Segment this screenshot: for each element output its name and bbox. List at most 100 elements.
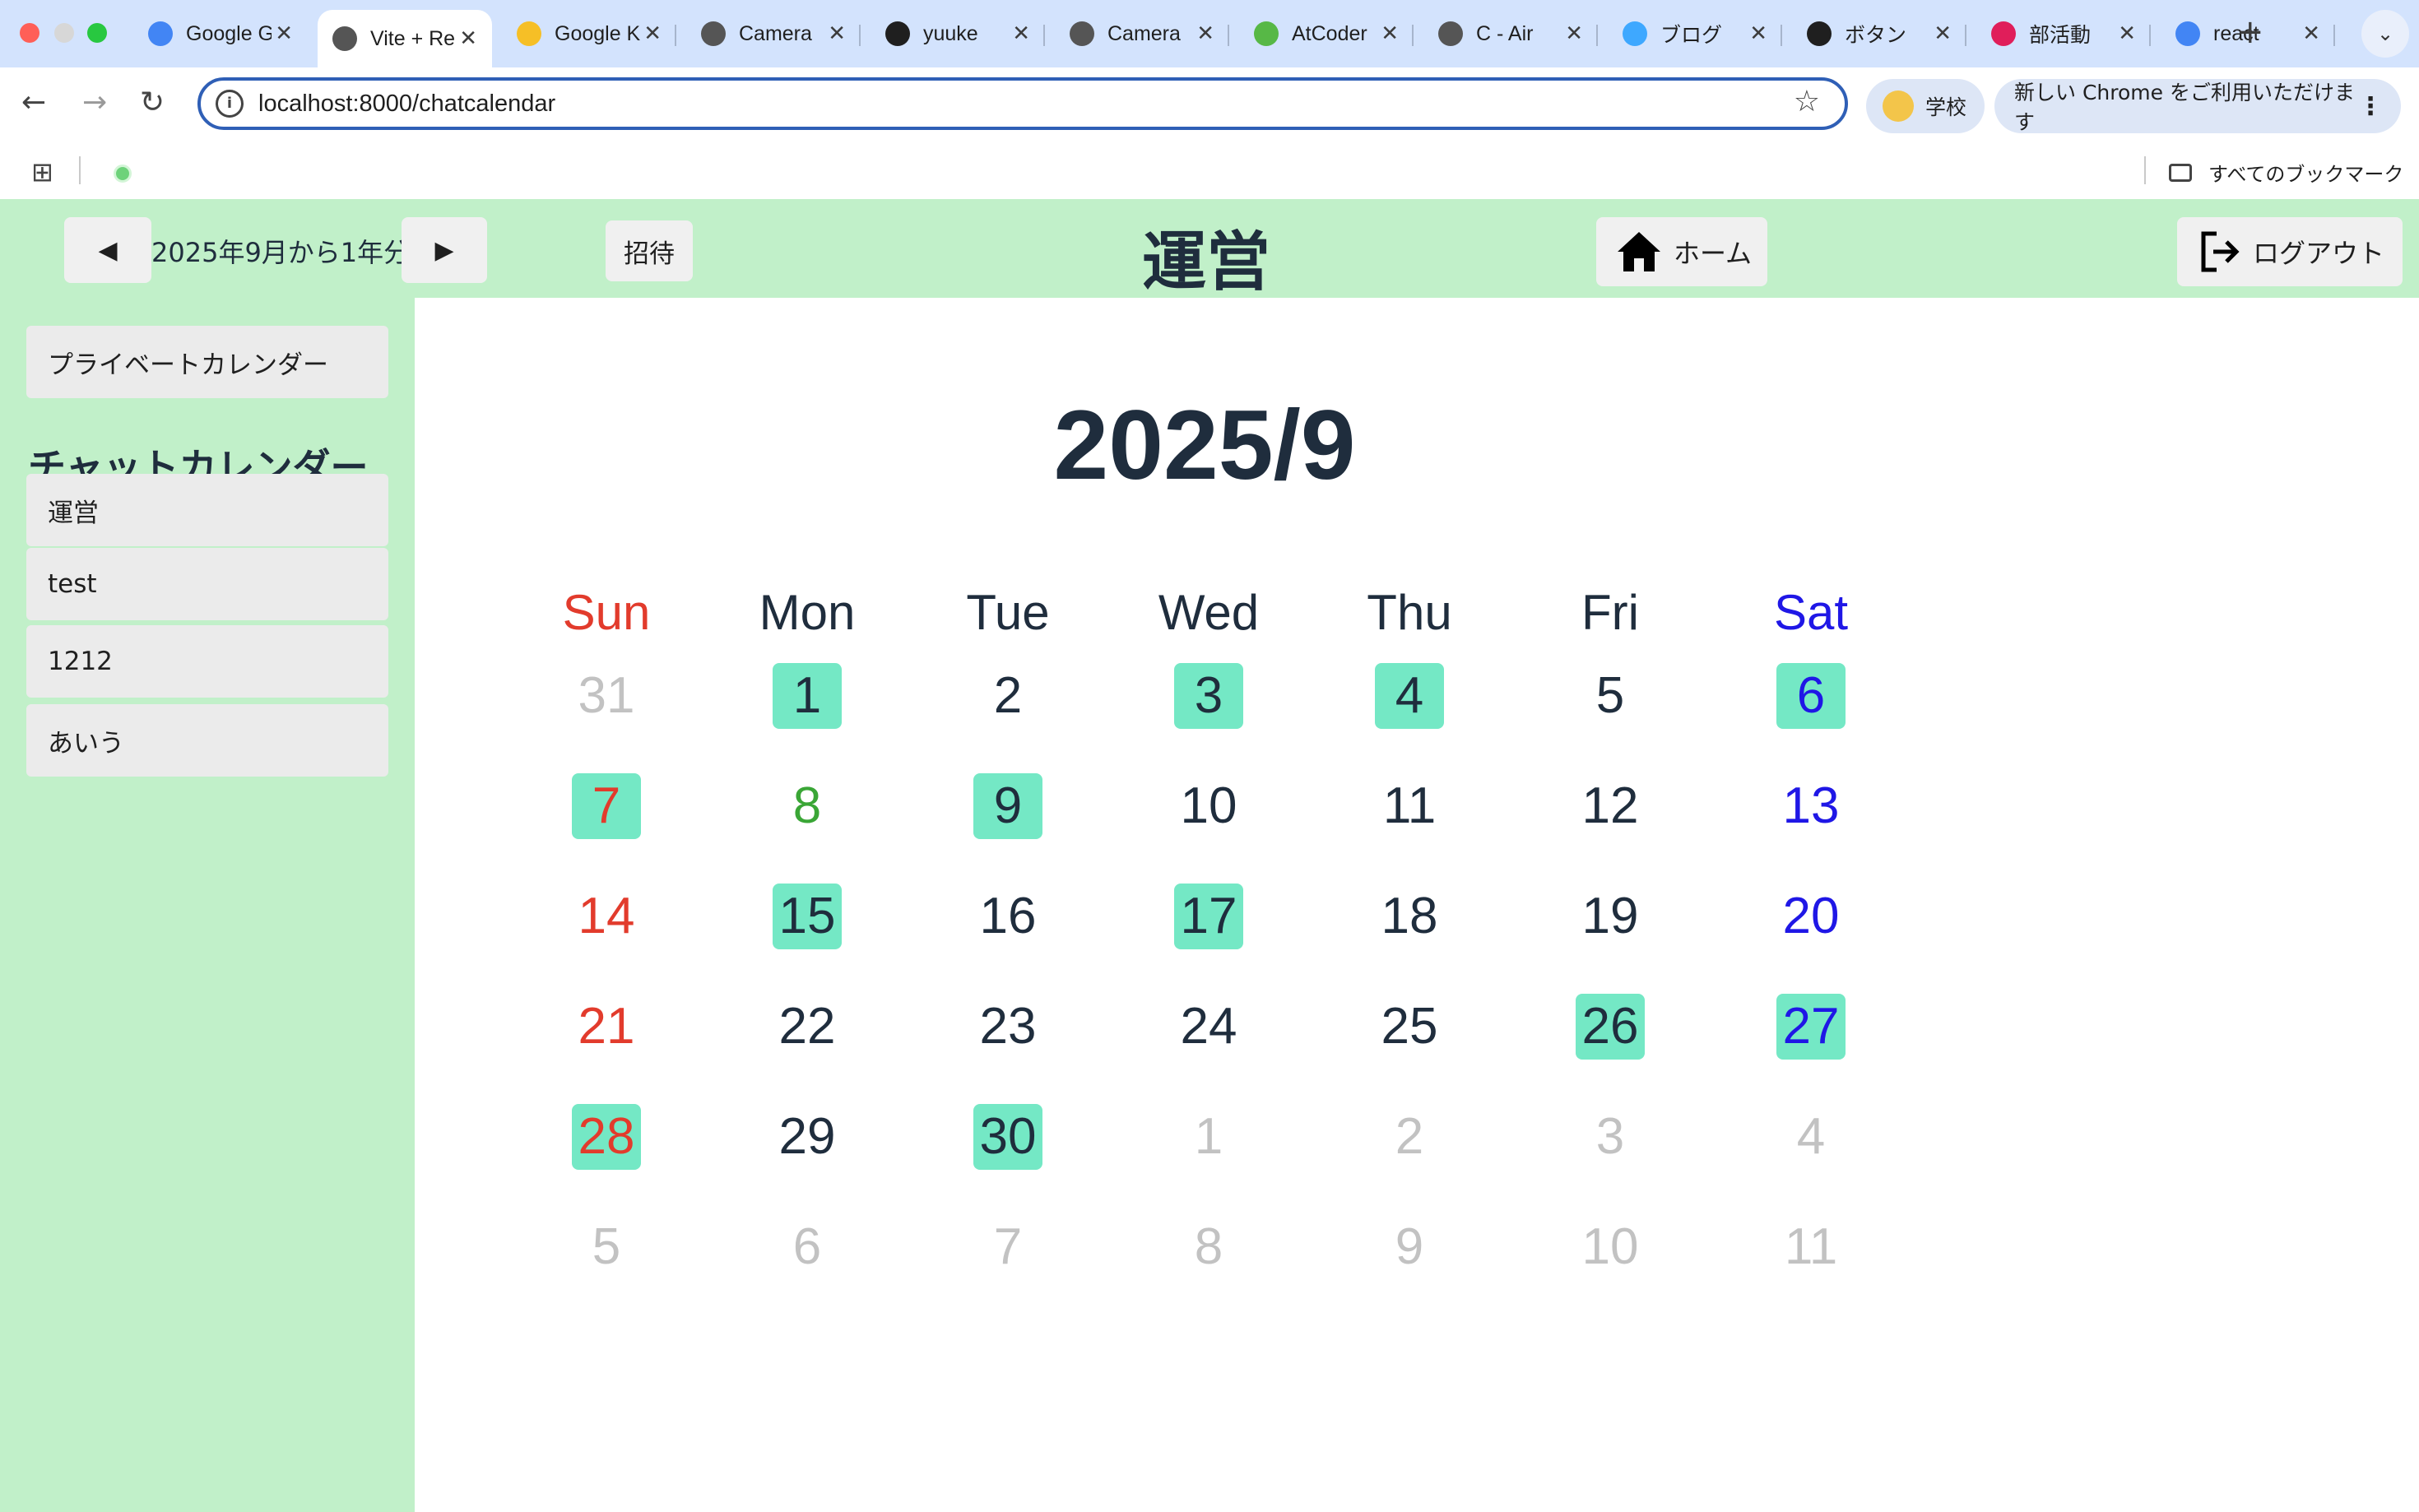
close-icon[interactable]: ✕ <box>2118 21 2136 46</box>
browser-tab[interactable]: C - Air ✕ <box>1423 8 1598 59</box>
calendar-panel: 2025/9 Sun Mon Tue Wed Thu Fri Sat 31 1 2 3 4 5 6 7 8 9 1… <box>415 298 2419 1512</box>
close-icon[interactable]: ✕ <box>1196 21 1214 46</box>
bookmark-favicon[interactable] <box>114 165 132 183</box>
calendar-day-with-event[interactable]: 28 <box>572 1104 641 1170</box>
chat-calendar-item[interactable]: test <box>26 548 388 620</box>
window-zoom-dot[interactable] <box>87 23 107 43</box>
calendar-day[interactable]: 9 <box>1375 1214 1444 1280</box>
calendar-day[interactable]: 4 <box>1776 1104 1846 1170</box>
calendar-day[interactable]: 1 <box>1174 1104 1243 1170</box>
browser-tab[interactable]: ブログ ✕ <box>1608 8 1782 59</box>
calendar-day-with-event[interactable]: 4 <box>1375 663 1444 729</box>
calendar-day-with-event[interactable]: 1 <box>773 663 842 729</box>
chat-calendar-item[interactable]: 1212 <box>26 625 388 698</box>
next-range-button[interactable]: ▶ <box>402 217 487 283</box>
url-text[interactable]: localhost:8000/chatcalendar <box>258 90 555 118</box>
calendar-day-with-event[interactable]: 6 <box>1776 663 1846 729</box>
calendar-day[interactable]: 21 <box>572 994 641 1060</box>
calendar-day[interactable]: 29 <box>773 1104 842 1170</box>
calendar-day[interactable]: 8 <box>773 773 842 839</box>
calendar-day-with-event[interactable]: 9 <box>973 773 1042 839</box>
calendar-day[interactable]: 16 <box>973 884 1042 949</box>
calendar-day-with-event[interactable]: 15 <box>773 884 842 949</box>
close-icon[interactable]: ✕ <box>1934 21 1952 46</box>
close-icon[interactable]: ✕ <box>275 21 293 46</box>
window-minimize-dot[interactable] <box>54 23 74 43</box>
close-icon[interactable]: ✕ <box>1749 21 1767 46</box>
gemini-icon <box>148 21 173 46</box>
browser-tab[interactable]: ボタン ✕ <box>1792 8 1966 59</box>
address-bar[interactable]: i localhost:8000/chatcalendar ☆ <box>197 77 1848 130</box>
calendar-day[interactable]: 31 <box>572 663 641 729</box>
chat-calendar-item[interactable]: あいう <box>26 704 388 777</box>
back-icon[interactable]: ← <box>21 86 46 119</box>
calendar-day[interactable]: 11 <box>1375 773 1444 839</box>
browser-tab[interactable]: Google Gemini✕ <box>133 8 308 59</box>
browser-tab[interactable]: Camera ✕ <box>686 8 861 59</box>
calendar-day-with-event[interactable]: 3 <box>1174 663 1243 729</box>
calendar-day[interactable]: 20 <box>1776 884 1846 949</box>
calendar-day[interactable]: 13 <box>1776 773 1846 839</box>
calendar-day[interactable]: 7 <box>973 1214 1042 1280</box>
calendar-day[interactable]: 12 <box>1576 773 1645 839</box>
close-icon[interactable]: ✕ <box>828 21 846 46</box>
weekday-header: Fri <box>1581 585 1639 640</box>
calendar-day[interactable]: 6 <box>773 1214 842 1280</box>
calendar-day-with-event[interactable]: 17 <box>1174 884 1243 949</box>
reload-icon[interactable]: ↻ <box>140 86 165 119</box>
home-button[interactable]: ホーム <box>1596 217 1767 286</box>
calendar-day[interactable]: 22 <box>773 994 842 1060</box>
tab-search-button[interactable]: ⌄ <box>2361 10 2409 58</box>
all-bookmarks-button[interactable]: すべてのブックマーク <box>2169 158 2403 187</box>
chrome-update-chip[interactable]: 新しい Chrome をご利用いただけます ⋮ <box>1994 79 2401 134</box>
browser-tab[interactable]: Camera ✕ <box>1055 8 1229 59</box>
browser-tab-strip: Google Gemini✕Vite + React✕Google Keep✕C… <box>0 0 2419 67</box>
calendar-day[interactable]: 10 <box>1576 1214 1645 1280</box>
calendar-day[interactable]: 24 <box>1174 994 1243 1060</box>
openai-icon <box>1807 21 1832 46</box>
calendar-day[interactable]: 2 <box>1375 1104 1444 1170</box>
calendar-day[interactable]: 25 <box>1375 994 1444 1060</box>
tab-divider <box>1043 25 1045 46</box>
calendar-day[interactable]: 18 <box>1375 884 1444 949</box>
forward-icon[interactable]: → <box>82 86 107 119</box>
calendar-day[interactable]: 19 <box>1576 884 1645 949</box>
close-icon[interactable]: ✕ <box>1012 21 1030 46</box>
calendar-day-with-event[interactable]: 30 <box>973 1104 1042 1170</box>
calendar-day[interactable]: 8 <box>1174 1214 1243 1280</box>
private-calendar-button[interactable]: プライベートカレンダー <box>26 326 388 398</box>
bookmark-star-icon[interactable]: ☆ <box>1794 85 1820 118</box>
window-close-dot[interactable] <box>20 23 39 43</box>
site-info-icon[interactable]: i <box>216 90 244 118</box>
menu-dots-icon[interactable]: ⋮ <box>2358 92 2383 121</box>
calendar-day[interactable]: 2 <box>973 663 1042 729</box>
calendar-day[interactable]: 3 <box>1576 1104 1645 1170</box>
profile-chip[interactable]: 学校 <box>1866 79 1985 133</box>
new-tab-button[interactable]: + <box>2236 13 2264 51</box>
browser-tab[interactable]: AtCoder ✕ <box>1239 8 1414 59</box>
calendar-day-with-event[interactable]: 7 <box>572 773 641 839</box>
apps-grid-icon[interactable]: ⊞ <box>31 156 53 188</box>
calendar-day[interactable]: 23 <box>973 994 1042 1060</box>
close-icon[interactable]: ✕ <box>1565 21 1583 46</box>
close-icon[interactable]: ✕ <box>643 21 662 46</box>
calendar-day-with-event[interactable]: 26 <box>1576 994 1645 1060</box>
close-icon[interactable]: ✕ <box>2302 21 2320 46</box>
calendar-day[interactable]: 5 <box>572 1214 641 1280</box>
browser-tab[interactable]: Google Keep✕ <box>502 8 676 59</box>
close-icon[interactable]: ✕ <box>459 26 477 51</box>
logout-button[interactable]: ログアウト <box>2177 217 2403 286</box>
browser-tab[interactable]: Vite + React✕ <box>318 10 492 67</box>
close-icon[interactable]: ✕ <box>1381 21 1399 46</box>
calendar-day[interactable]: 11 <box>1776 1214 1846 1280</box>
calendar-day[interactable]: 5 <box>1576 663 1645 729</box>
tab-divider <box>1781 25 1782 46</box>
invite-button[interactable]: 招待 <box>606 220 693 281</box>
calendar-day[interactable]: 14 <box>572 884 641 949</box>
calendar-day[interactable]: 10 <box>1174 773 1243 839</box>
prev-range-button[interactable]: ◀ <box>64 217 151 283</box>
calendar-day-with-event[interactable]: 27 <box>1776 994 1846 1060</box>
browser-tab[interactable]: yuuke ✕ <box>871 8 1045 59</box>
browser-tab[interactable]: 部活動 ✕ <box>1976 8 2151 59</box>
chat-calendar-item[interactable]: 運営 <box>26 474 388 546</box>
